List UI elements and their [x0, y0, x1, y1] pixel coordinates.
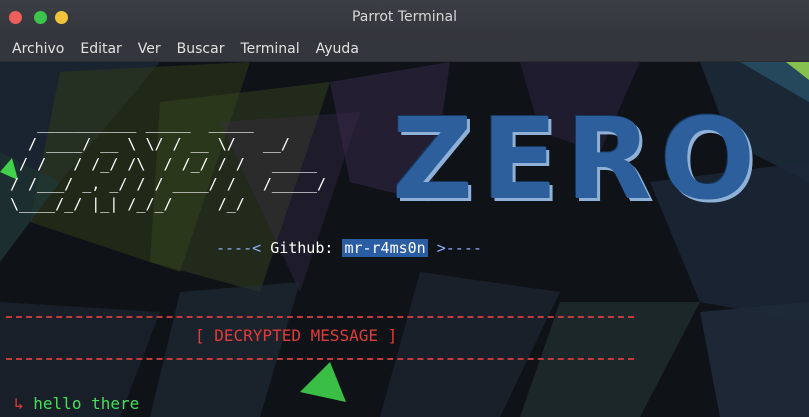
- github-line: ----< Github: mr-r4ms0n >----: [216, 239, 482, 257]
- ascii-banner: ___________ _____ _____ / ____/ __ \ \/ …: [10, 115, 327, 213]
- menu-buscar[interactable]: Buscar: [177, 41, 225, 57]
- return-arrow-icon: ↳: [14, 394, 24, 413]
- github-prefix: ----<: [216, 239, 271, 257]
- zero-banner-text: ZERO: [392, 95, 764, 225]
- github-label: Github:: [270, 239, 343, 257]
- github-suffix: >----: [427, 239, 482, 257]
- menu-terminal[interactable]: Terminal: [240, 41, 299, 57]
- menu-bar: Archivo Editar Ver Buscar Terminal Ayuda: [0, 36, 809, 62]
- separator-top: [6, 316, 634, 318]
- menu-ver[interactable]: Ver: [138, 41, 161, 57]
- title-bar[interactable]: Parrot Terminal: [0, 0, 809, 36]
- window-title: Parrot Terminal: [351, 9, 458, 25]
- decrypted-header: [ DECRYPTED MESSAGE ]: [195, 326, 398, 345]
- message-line: ↳ hello there: [14, 394, 139, 413]
- separator-bottom: [6, 358, 634, 360]
- terminal-area[interactable]: ___________ _____ _____ / ____/ __ \ \/ …: [0, 62, 809, 417]
- decrypted-message: hello there: [33, 394, 140, 413]
- github-username[interactable]: mr-r4ms0n: [342, 239, 428, 257]
- terminal-window: Parrot Terminal Archivo Editar Ver Busca…: [0, 0, 809, 417]
- menu-editar[interactable]: Editar: [80, 41, 121, 57]
- menu-archivo[interactable]: Archivo: [12, 41, 64, 57]
- menu-ayuda[interactable]: Ayuda: [316, 41, 359, 57]
